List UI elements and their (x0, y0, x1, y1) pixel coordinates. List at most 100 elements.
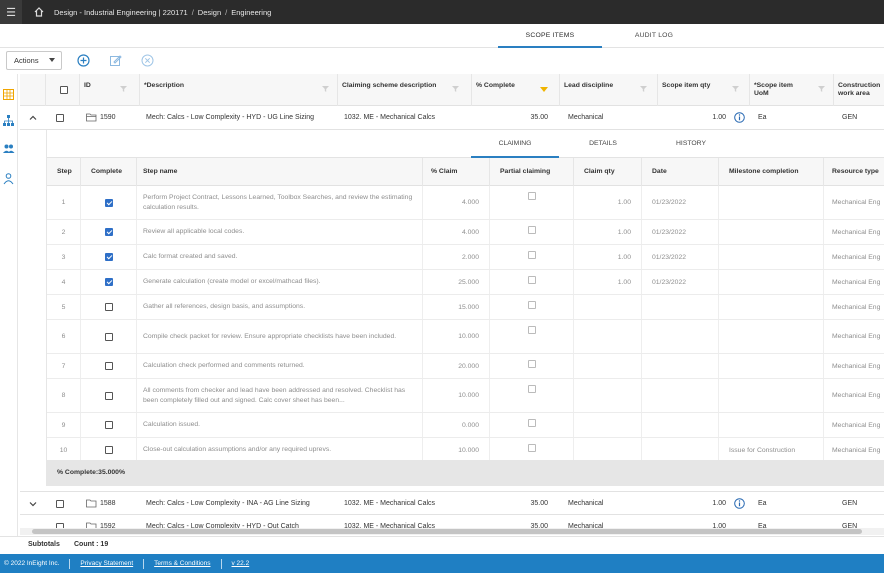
filter-icon[interactable] (120, 86, 127, 92)
user-icon[interactable] (2, 172, 15, 185)
step-complete-checkbox[interactable] (104, 278, 113, 286)
claiming-step-row[interactable]: 9 Calculation issued. 0.000 Mechanical Eng (47, 413, 884, 438)
breadcrumb-engineering[interactable]: Engineering (231, 8, 271, 17)
partial-claiming-checkbox[interactable] (527, 251, 536, 259)
step-complete-checkbox[interactable] (104, 253, 113, 261)
row-checkbox[interactable] (56, 114, 64, 122)
step-complete-checkbox[interactable] (104, 362, 113, 370)
step-complete-checkbox[interactable] (104, 303, 113, 311)
filter-icon[interactable] (818, 86, 825, 92)
column-header-id[interactable]: ID (80, 74, 140, 106)
partial-claiming-checkbox[interactable] (527, 226, 536, 234)
select-all-checkbox[interactable] (60, 86, 68, 94)
column-header-percent-claim[interactable]: % Claim (423, 158, 490, 186)
breadcrumb-design[interactable]: Design (198, 8, 221, 17)
hamburger-menu-icon[interactable]: ☰ (0, 0, 22, 24)
partial-claiming-cell (490, 438, 574, 462)
table-row[interactable]: 1592 Mech: Calcs - Low Complexity - HYD … (20, 515, 884, 528)
horizontal-scrollbar[interactable] (20, 528, 884, 535)
partial-claiming-checkbox[interactable] (527, 360, 536, 368)
info-icon[interactable] (734, 498, 745, 509)
step-complete-checkbox[interactable] (104, 391, 113, 400)
filter-icon[interactable] (732, 86, 739, 92)
row-lead-discipline: Mechanical (568, 114, 604, 121)
step-complete-checkbox[interactable] (104, 228, 113, 236)
tab-audit-log[interactable]: AUDIT LOG (610, 24, 698, 48)
claiming-step-row[interactable]: 2 Review all applicable local codes. 4.000… (47, 220, 884, 245)
claiming-step-row[interactable]: 5 Gather all references, design basis, an… (47, 295, 884, 320)
actions-dropdown[interactable]: Actions (6, 51, 62, 70)
breadcrumb-project[interactable]: Design - Industrial Engineering | 220171 (54, 8, 188, 17)
claim-qty (574, 413, 642, 437)
tab-scope-items[interactable]: SCOPE ITEMS (498, 24, 602, 48)
users-icon[interactable] (2, 142, 15, 155)
column-header-claim-qty[interactable]: Claim qty (574, 158, 642, 186)
terms-conditions-link[interactable]: Terms & Conditions (154, 560, 210, 567)
claiming-step-row[interactable]: 1 Perform Project Contract, Lessons Learn… (47, 186, 884, 220)
info-icon[interactable] (734, 112, 745, 123)
table-row[interactable]: 1590 Mech: Calcs - Low Complexity - HYD … (20, 106, 884, 130)
claiming-step-row[interactable]: 7 Calculation check performed and comment… (47, 354, 884, 379)
partial-claiming-checkbox[interactable] (527, 385, 536, 393)
filter-icon[interactable] (640, 86, 647, 92)
column-header-date[interactable]: Date (642, 158, 719, 186)
chevron-up-icon[interactable] (29, 114, 37, 122)
row-description: Mech: Calcs - Low Complexity - HYD - UG … (146, 114, 315, 121)
cancel-circle-icon[interactable] (141, 54, 154, 67)
column-header-step-name[interactable]: Step name (137, 158, 423, 186)
claim-qty (574, 320, 642, 353)
claiming-step-row[interactable]: 3 Calc format created and saved. 2.000 1.00… (47, 245, 884, 270)
step-number: 6 (47, 320, 81, 353)
version-link[interactable]: v 22.2 (232, 560, 250, 567)
sort-descending-icon[interactable] (540, 87, 548, 92)
column-header-complete[interactable]: Complete (81, 158, 137, 186)
step-complete-cell (81, 270, 137, 294)
claiming-step-row[interactable]: 6 Compile check packet for review. Ensure… (47, 320, 884, 354)
step-complete-checkbox[interactable] (104, 198, 113, 207)
footer-divider (69, 558, 71, 569)
privacy-statement-link[interactable]: Privacy Statement (80, 560, 133, 567)
edit-icon[interactable] (109, 54, 122, 67)
column-header-resource-type[interactable]: Resource type (824, 158, 884, 186)
milestone-completion (719, 354, 824, 378)
tab-history[interactable]: HISTORY (651, 130, 731, 158)
partial-claiming-checkbox[interactable] (527, 301, 536, 309)
column-header-construction-work-area[interactable]: Construction work area (834, 74, 884, 106)
step-complete-checkbox[interactable] (104, 421, 113, 429)
claiming-step-row[interactable]: 4 Generate calculation (create model or e… (47, 270, 884, 295)
step-complete-checkbox[interactable] (104, 446, 113, 454)
hierarchy-icon[interactable] (2, 114, 15, 127)
column-header-milestone-completion[interactable]: Milestone completion (719, 158, 824, 186)
column-header-description[interactable]: *Description (140, 74, 338, 106)
step-complete-cell (81, 379, 137, 412)
home-icon[interactable] (32, 5, 46, 19)
claim-date (642, 295, 719, 319)
filter-icon[interactable] (322, 86, 329, 92)
row-uom: Ea (758, 523, 767, 528)
add-circle-icon[interactable] (77, 54, 90, 67)
partial-claiming-checkbox[interactable] (527, 276, 536, 284)
tab-details[interactable]: DETAILS (567, 130, 639, 158)
percent-claim: 4.000 (423, 220, 490, 244)
row-claiming-scheme: 1032. ME - Mechanical Calcs (344, 500, 436, 507)
partial-claiming-checkbox[interactable] (527, 192, 536, 200)
filter-icon[interactable] (452, 86, 459, 92)
partial-claiming-checkbox[interactable] (527, 419, 536, 427)
row-checkbox[interactable] (56, 500, 64, 508)
footer-divider (220, 558, 222, 569)
table-row[interactable]: 1588 Mech: Calcs - Low Complexity - INA … (20, 491, 884, 515)
row-percent-complete: 35.00 (530, 114, 548, 121)
resource-type: Mechanical Eng (832, 199, 881, 206)
column-header-partial-claiming[interactable]: Partial claiming (490, 158, 574, 186)
partial-claiming-checkbox[interactable] (527, 326, 536, 334)
claiming-step-row[interactable]: 8 All comments from checker and lead have… (47, 379, 884, 413)
partial-claiming-checkbox[interactable] (527, 444, 536, 452)
step-number: 7 (47, 354, 81, 378)
step-complete-checkbox[interactable] (104, 332, 113, 341)
chevron-down-icon[interactable] (29, 500, 37, 508)
tab-claiming[interactable]: CLAIMING (471, 130, 559, 158)
column-header-step[interactable]: Step (47, 158, 81, 186)
scrollbar-thumb[interactable] (32, 529, 862, 534)
step-number: 3 (47, 245, 81, 269)
grid-view-icon[interactable] (2, 88, 15, 101)
